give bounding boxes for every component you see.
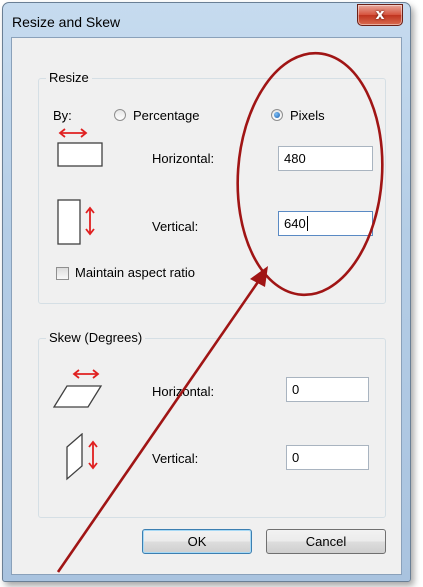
resize-group-label: Resize bbox=[46, 70, 92, 85]
resize-and-skew-dialog: Resize and Skew x Resize By: Percentage … bbox=[2, 2, 411, 582]
maintain-aspect-ratio-label: Maintain aspect ratio bbox=[75, 265, 195, 280]
title-bar[interactable]: Resize and Skew x bbox=[3, 3, 410, 39]
skew-group: Skew (Degrees) Horizontal: 0 Vertical: 0 bbox=[38, 330, 386, 518]
radio-percentage-circle bbox=[114, 109, 126, 121]
radio-percentage-label: Percentage bbox=[133, 108, 200, 123]
skew-horizontal-input[interactable]: 0 bbox=[286, 377, 369, 402]
skew-vertical-input[interactable]: 0 bbox=[286, 445, 369, 470]
skew-vertical-label: Vertical: bbox=[152, 451, 199, 466]
cancel-button[interactable]: Cancel bbox=[266, 529, 386, 554]
dialog-title: Resize and Skew bbox=[12, 14, 121, 30]
resize-horizontal-label: Horizontal: bbox=[152, 151, 215, 166]
skew-group-label: Skew (Degrees) bbox=[46, 330, 146, 345]
radio-pixels-circle bbox=[271, 109, 283, 121]
ok-button[interactable]: OK bbox=[142, 529, 252, 554]
resize-horizontal-input[interactable]: 480 bbox=[278, 146, 373, 171]
by-label: By: bbox=[53, 108, 72, 123]
radio-percentage[interactable]: Percentage bbox=[114, 106, 234, 124]
close-icon: x bbox=[375, 7, 385, 23]
skew-horizontal-icon bbox=[53, 369, 103, 408]
dialog-body: Resize By: Percentage Pixels Horizontal: bbox=[11, 37, 402, 575]
resize-vertical-icon bbox=[57, 199, 95, 245]
resize-vertical-input[interactable]: 640 bbox=[278, 211, 373, 236]
radio-pixels[interactable]: Pixels bbox=[271, 106, 361, 124]
maintain-aspect-ratio-box bbox=[56, 267, 69, 280]
resize-vertical-label: Vertical: bbox=[152, 219, 199, 234]
text-caret bbox=[306, 216, 308, 231]
radio-pixels-label: Pixels bbox=[290, 108, 325, 123]
resize-horizontal-icon bbox=[57, 128, 103, 167]
resize-group: Resize By: Percentage Pixels Horizontal: bbox=[38, 70, 386, 304]
skew-vertical-icon bbox=[66, 433, 98, 481]
skew-horizontal-label: Horizontal: bbox=[152, 384, 215, 399]
maintain-aspect-ratio-checkbox[interactable]: Maintain aspect ratio bbox=[56, 265, 256, 283]
close-button[interactable]: x bbox=[357, 4, 403, 26]
